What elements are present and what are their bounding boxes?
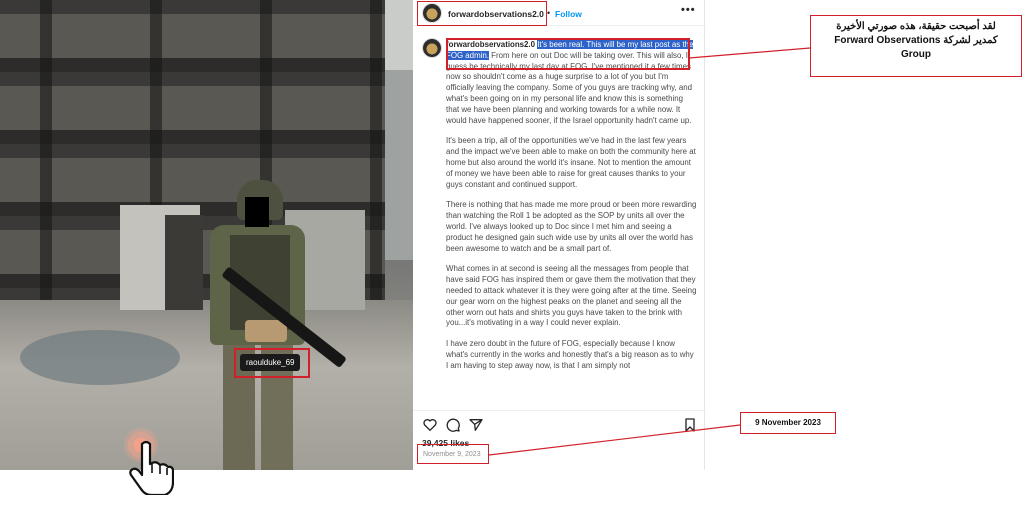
heart-icon[interactable] [422, 417, 438, 433]
photo-soldier [185, 180, 347, 470]
header-separator: • [547, 8, 551, 18]
photo-puddle [20, 330, 180, 385]
more-options-icon[interactable]: ••• [681, 4, 696, 16]
hand-pointer-icon [129, 440, 174, 495]
date-annotation: 9 November 2023 [740, 412, 836, 434]
action-bar [413, 410, 705, 432]
caption-highlight-box [446, 38, 690, 70]
follow-button[interactable]: Follow [555, 9, 582, 19]
caption-paragraph: There is nothing that has made me more p… [446, 200, 697, 253]
post-photo[interactable] [0, 0, 413, 470]
face-redaction [245, 197, 269, 227]
tag-highlight-box [234, 348, 310, 378]
bookmark-icon[interactable] [682, 417, 698, 433]
soldier-pouch [245, 320, 287, 342]
comment-icon[interactable] [445, 417, 461, 433]
annotation-line: Group [901, 49, 931, 60]
header-highlight-box [417, 1, 547, 26]
post-caption: forwardobservations2.0 It's been real. T… [446, 40, 698, 400]
caption-paragraph: It's been a trip, all of the opportuniti… [446, 136, 696, 189]
share-icon[interactable] [468, 417, 484, 433]
arabic-annotation: لقد أصبحت حقيقة، هذه صورتي الأخيرة كمدير… [810, 15, 1022, 77]
caption-paragraph: What comes in at second is seeing all th… [446, 264, 697, 328]
annotation-line: لقد أصبحت حقيقة، هذه صورتي الأخيرة [836, 21, 996, 32]
annotation-line: كمدير لشركة Forward Observations [834, 35, 998, 46]
date-highlight-box [417, 444, 489, 464]
caption-avatar[interactable] [422, 38, 442, 58]
caption-paragraph: I have zero doubt in the future of FOG, … [446, 339, 694, 370]
instagram-post-panel: forwardobservations2.0 • Follow ••• forw… [413, 0, 705, 470]
